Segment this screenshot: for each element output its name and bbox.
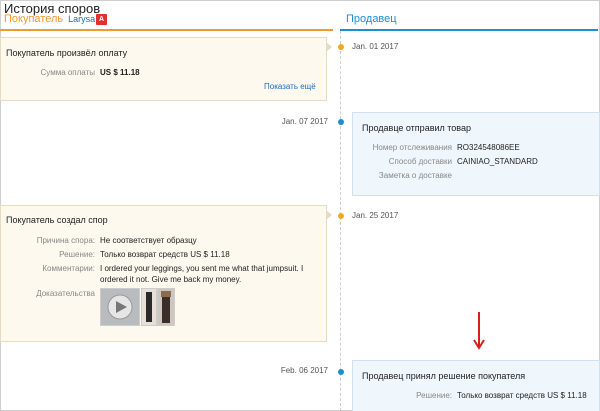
accepted-solution: Только возврат средств US $ 11.18 [457,391,587,400]
event-title: Продавец принял решение покупателя [362,371,526,381]
event-title: Покупатель создал спор [6,215,108,225]
timeline-dot [338,119,344,125]
event-title: Покупатель произвёл оплату [6,48,128,58]
row-label: Номер отслеживания [372,143,452,152]
event-title: Продавце отправил товар [362,123,471,133]
dispute-comment-line: I ordered your leggings, you sent me wha… [100,264,304,273]
timeline-dot [338,44,344,50]
evidence-photo-thumbnail[interactable] [141,288,157,326]
timeline-dot [338,369,344,375]
event-card-seller-accepted [352,360,600,411]
event-date: Jan. 01 2017 [352,42,399,51]
red-arrow-icon [473,312,485,350]
row-label: Доказательства [36,289,95,298]
timeline-dot [338,213,344,219]
dispute-comment-line: ordered it not. Give me back my money. [100,275,242,284]
row-label: Заметка о доставке [378,171,452,180]
row-value: US $ 11.18 [100,68,140,77]
event-date: Jan. 07 2017 [281,117,328,126]
evidence-video-thumbnail[interactable] [100,288,140,326]
evidence-photo-thumbnail[interactable] [157,288,175,326]
card-pointer [326,42,332,52]
event-date: Jan. 25 2017 [352,211,399,220]
row-label: Комментарии: [42,264,95,273]
aliexpress-logo-icon: A [96,14,107,25]
card-pointer [326,210,332,220]
tracking-number: RO324548086EE [457,143,520,152]
row-label: Решение: [416,391,452,400]
row-label: Решение: [59,250,95,259]
row-label: Сумма оплаты [40,68,96,77]
buyer-column-header: Покупатель Larysa [4,13,95,25]
buyer-label: Покупатель [4,13,64,25]
show-more-link[interactable]: Показать ещё [264,82,316,91]
dispute-reason: Не соответствует образцу [100,236,197,245]
dispute-solution: Только возврат средств US $ 11.18 [100,250,230,259]
event-date: Feb. 06 2017 [280,366,328,375]
row-label: Причина спора: [36,236,95,245]
timeline-line [340,31,341,411]
seller-column-header: Продавец [346,13,397,25]
buyer-username-link[interactable]: Larysa [68,14,95,24]
shipping-method: CAINIAO_STANDARD [457,157,538,166]
buyer-column-underline [0,29,333,31]
seller-column-underline [340,29,598,31]
row-label: Способ доставки [388,157,452,166]
